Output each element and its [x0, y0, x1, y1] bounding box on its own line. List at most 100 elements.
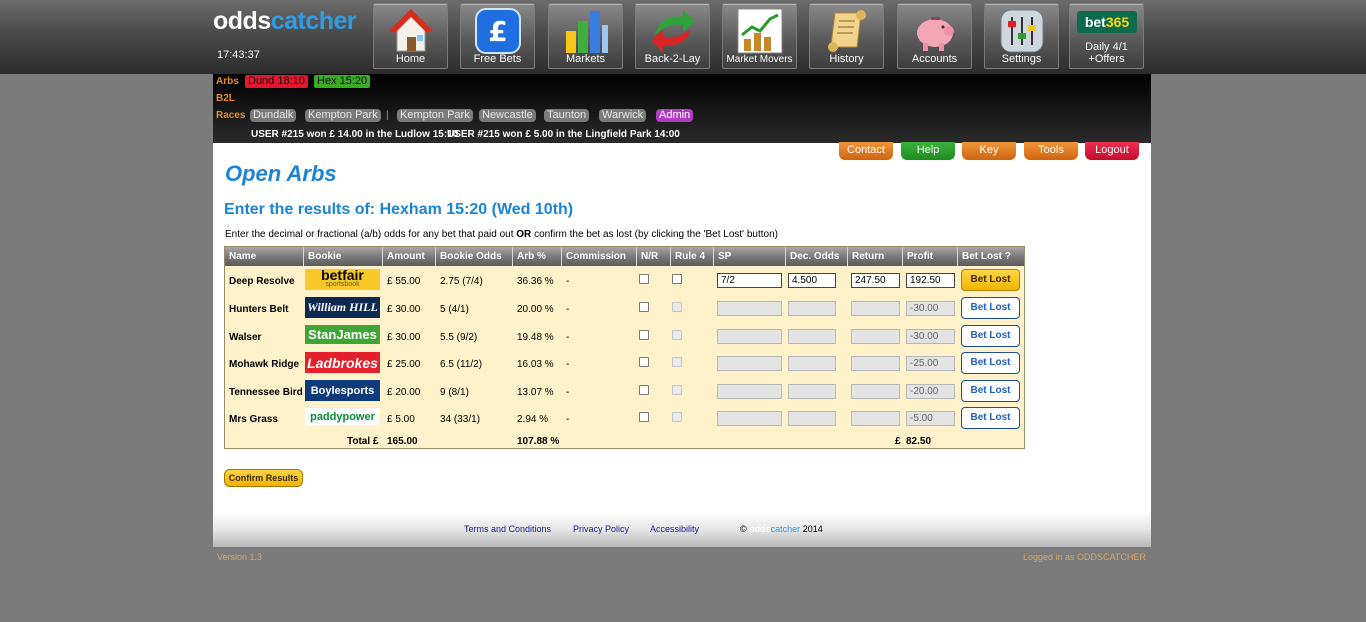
- nav-bet365-offers-button[interactable]: bet365 Daily 4/1 +Offers: [1069, 3, 1144, 69]
- tools-button[interactable]: Tools: [1024, 142, 1078, 160]
- nav-home-button[interactable]: Home: [373, 3, 448, 69]
- amount: £ 20.00: [387, 387, 421, 398]
- nav-markets-button[interactable]: Markets: [548, 3, 623, 69]
- bet-lost-button[interactable]: Bet Lost: [961, 407, 1020, 429]
- arb-chip-dund[interactable]: Dund 18:10: [245, 75, 308, 88]
- nav-history-button[interactable]: History: [809, 3, 884, 69]
- rule4-checkbox[interactable]: [672, 274, 682, 284]
- nr-checkbox[interactable]: [639, 274, 649, 284]
- bet-lost-button[interactable]: Bet Lost: [961, 352, 1020, 374]
- bet-lost-button[interactable]: Bet Lost: [961, 297, 1020, 319]
- sp-input[interactable]: [717, 411, 782, 426]
- runner-name: Tennessee Bird: [229, 387, 303, 398]
- profit-input[interactable]: 192.50: [906, 273, 955, 288]
- col-header-bookie-odds: Bookie Odds: [436, 247, 513, 266]
- commission: -: [566, 276, 570, 287]
- nav-label: Accounts: [911, 53, 958, 65]
- arb-percent: 2.94 %: [517, 414, 549, 425]
- accessibility-link[interactable]: Accessibility: [650, 524, 699, 534]
- return-input[interactable]: [851, 384, 900, 399]
- nav-back-2-lay-button[interactable]: Back-2-Lay: [635, 3, 710, 69]
- arb-percent: 13.07 %: [517, 387, 554, 398]
- dec-odds-input[interactable]: [788, 329, 836, 344]
- return-input[interactable]: 247.50: [851, 273, 900, 288]
- results-table: Name Bookie Amount Bookie Odds Arb % Com…: [224, 246, 1025, 449]
- commission: -: [566, 304, 570, 315]
- profit-input[interactable]: -20.00: [906, 384, 955, 399]
- return-input[interactable]: [851, 329, 900, 344]
- back-lay-arrows-icon: [651, 10, 695, 52]
- dec-odds-input[interactable]: [788, 356, 836, 371]
- clock: 17:43:37: [217, 49, 260, 61]
- rule4-checkbox[interactable]: [672, 302, 682, 312]
- bookie-logo-stan-james: StanJames: [305, 325, 380, 344]
- nr-checkbox[interactable]: [639, 412, 649, 422]
- nr-checkbox[interactable]: [639, 330, 649, 340]
- sp-input[interactable]: [717, 384, 782, 399]
- total-profit: 82.50: [906, 436, 932, 447]
- arb-chip-hex[interactable]: Hex 15:20: [314, 75, 371, 88]
- commission: -: [566, 332, 570, 343]
- total-label: Total £: [347, 436, 379, 447]
- race-separator: |: [386, 110, 389, 121]
- dec-odds-input[interactable]: [788, 384, 836, 399]
- bookie-odds: 9 (8/1): [440, 387, 469, 398]
- logged-in-text: Logged in as ODDSCATCHER: [1023, 552, 1146, 562]
- nav-market-movers-button[interactable]: Market Movers: [722, 3, 797, 69]
- race-chip[interactable]: Kempton Park: [397, 109, 473, 122]
- bet-lost-button[interactable]: Bet Lost: [961, 269, 1020, 291]
- nav-free-bets-button[interactable]: £ Free Bets: [460, 3, 535, 69]
- amount: £ 5.00: [387, 414, 415, 425]
- rule4-checkbox[interactable]: [672, 357, 682, 367]
- return-input[interactable]: [851, 356, 900, 371]
- rule4-checkbox[interactable]: [672, 330, 682, 340]
- return-input[interactable]: [851, 411, 900, 426]
- nr-checkbox[interactable]: [639, 357, 649, 367]
- confirm-results-button[interactable]: Confirm Results: [224, 469, 303, 487]
- dec-odds-input[interactable]: [788, 301, 836, 316]
- dec-odds-input[interactable]: [788, 411, 836, 426]
- privacy-link[interactable]: Privacy Policy: [573, 524, 629, 534]
- arbs-label: Arbs: [216, 76, 239, 87]
- dec-odds-input[interactable]: 4.500: [788, 273, 836, 288]
- profit-input[interactable]: -30.00: [906, 329, 955, 344]
- nav-settings-button[interactable]: Settings: [984, 3, 1059, 69]
- nr-checkbox[interactable]: [639, 302, 649, 312]
- ticker-item: USER #215 won £ 14.00 in the Ludlow 15:1…: [251, 129, 459, 140]
- sp-input[interactable]: 7/2: [717, 273, 782, 288]
- race-chip[interactable]: Dundalk: [250, 109, 297, 122]
- profit-input[interactable]: -30.00: [906, 301, 955, 316]
- nr-checkbox[interactable]: [639, 385, 649, 395]
- race-chip[interactable]: Kempton Park: [305, 109, 381, 122]
- profit-input[interactable]: -5.00: [906, 411, 955, 426]
- version-text: Version 1.3: [217, 552, 263, 562]
- scroll-icon: [828, 10, 866, 52]
- arb-percent: 20.00 %: [517, 304, 554, 315]
- sp-input[interactable]: [717, 301, 782, 316]
- bet-lost-button[interactable]: Bet Lost: [961, 325, 1020, 347]
- rule4-checkbox[interactable]: [672, 412, 682, 422]
- sp-input[interactable]: [717, 329, 782, 344]
- contact-button[interactable]: Contact: [839, 142, 893, 160]
- rule4-checkbox[interactable]: [672, 385, 682, 395]
- race-chip[interactable]: Newcastle: [479, 109, 536, 122]
- col-header-return: Return: [848, 247, 903, 266]
- bet-lost-button[interactable]: Bet Lost: [961, 380, 1020, 402]
- logo[interactable]: oddscatcher: [213, 7, 357, 36]
- logout-button[interactable]: Logout: [1085, 142, 1139, 160]
- nav-label: Free Bets: [473, 53, 522, 65]
- nav-accounts-button[interactable]: Accounts: [897, 3, 972, 69]
- sp-input[interactable]: [717, 356, 782, 371]
- key-button[interactable]: Key: [962, 142, 1016, 160]
- bookie-odds: 5.5 (9/2): [440, 332, 478, 343]
- sliders-icon: [1000, 9, 1044, 53]
- b2l-label: B2L: [216, 93, 235, 104]
- race-chip[interactable]: Warwick: [599, 109, 647, 122]
- race-chip[interactable]: Taunton: [544, 109, 590, 122]
- profit-input[interactable]: -25.00: [906, 356, 955, 371]
- help-button[interactable]: Help: [901, 142, 955, 160]
- return-input[interactable]: [851, 301, 900, 316]
- admin-chip[interactable]: Admin: [656, 109, 694, 122]
- terms-link[interactable]: Terms and Conditions: [464, 524, 551, 534]
- col-header-dec-odds: Dec. Odds: [786, 247, 848, 266]
